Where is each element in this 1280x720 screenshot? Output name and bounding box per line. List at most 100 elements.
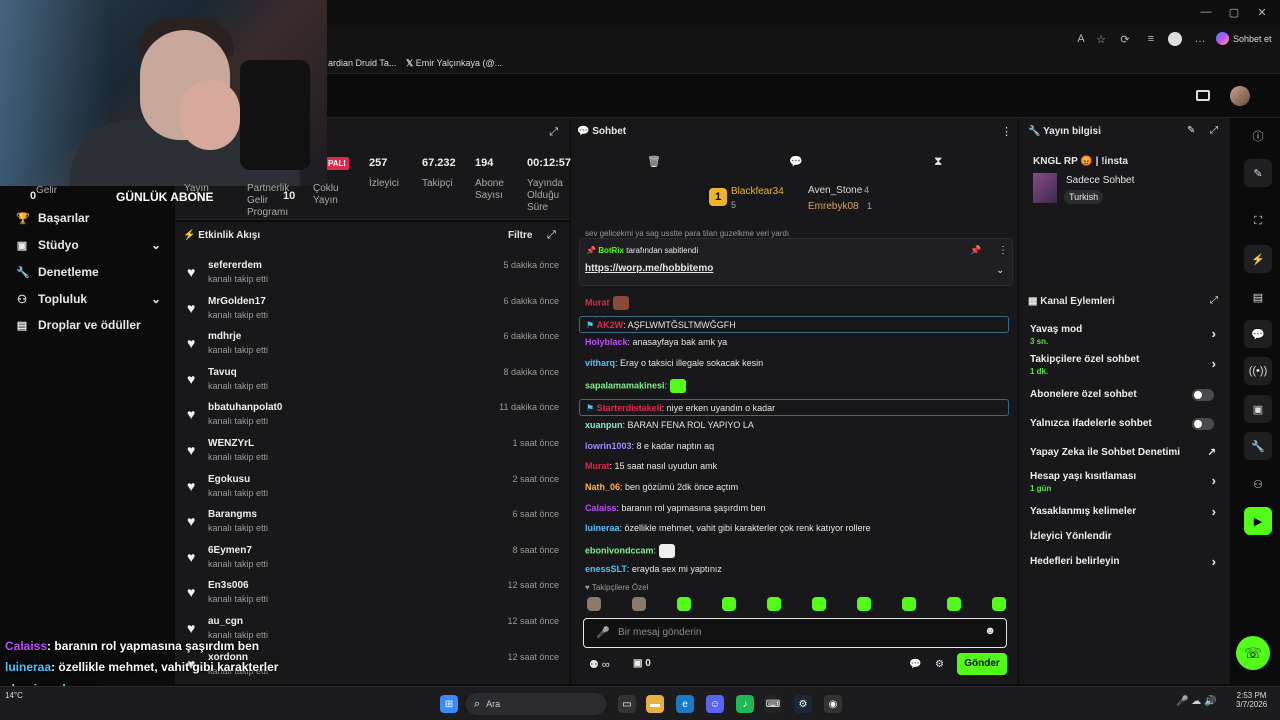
chat-message[interactable]: Holyblack: anasayfaya bak amk ya [585,337,727,347]
steam-icon[interactable]: ⚙ [794,695,812,713]
more-icon[interactable]: … [1193,33,1207,47]
points-icon[interactable]: ⚉ ∞ [589,658,610,671]
chat-username[interactable]: AK2W [597,320,624,330]
avatar[interactable] [1230,86,1250,106]
minimize-icon[interactable]: — [1198,6,1214,22]
chat-message[interactable]: luineraa: özellikle mehmet, vahit gibi k… [585,523,871,533]
event-username[interactable]: 6Eymen7 [208,545,252,556]
event-username[interactable]: Barangms [208,509,257,520]
toggle-switch[interactable] [1192,418,1214,430]
chat-message[interactable]: ⚑ Starterdistakeli: niye erken uyandın o… [579,399,1009,416]
nav-topluluk[interactable]: ⚇ Topluluk ⌄ [16,292,161,306]
chat-username[interactable]: Holyblack [585,337,628,347]
explorer-icon[interactable]: ▬ [646,695,664,713]
channel-action-row[interactable]: Hesap yaşı kısıtlaması 1 gün › [1030,471,1220,493]
pinned-message[interactable]: 📌 BotRix tarafından sabitlendi https://w… [579,238,1013,286]
theater-icon[interactable] [1196,90,1210,101]
emote-icon[interactable] [677,597,691,611]
bookmark-1[interactable]: ardian Druid Ta... [328,58,396,68]
event-username[interactable]: au_cgn [208,616,243,627]
expand-icon[interactable]: ⤢ [549,126,558,139]
chevron-down-icon[interactable]: ⌄ [996,265,1004,276]
chat-message[interactable]: sapalamamakinesi: [585,379,687,393]
emote-icon[interactable] [812,597,826,611]
capture-icon[interactable]: ⛶ [1244,207,1272,235]
emoji-icon[interactable]: ☻ [984,625,996,637]
event-item[interactable]: ♥ En3s006 kanalı takip etti 12 saat önce [187,580,559,614]
trash-icon[interactable]: 🗑 [647,155,661,168]
start-icon[interactable]: ⊞ [440,695,458,713]
channel-action-row[interactable]: Yalnızca ifadelerle sohbet [1030,418,1220,430]
emote-icon[interactable] [902,597,916,611]
chat-message[interactable]: Calaiss: baranın rol yapmasına şaşırdım … [585,503,766,513]
top-user-1[interactable]: Blackfear34 [731,186,784,197]
event-username[interactable]: En3s006 [208,580,249,591]
copilot-button[interactable]: Sohbet et [1216,32,1272,45]
channel-action-row[interactable]: Hedefleri belirleyin › [1030,554,1220,569]
emote-icon[interactable] [632,597,646,611]
emote-icon[interactable] [767,597,781,611]
channel-action-row[interactable]: Abonelere özel sohbet [1030,389,1220,401]
gift-counter[interactable]: ▣ 0 [633,658,651,669]
chat-username[interactable]: luineraa [585,523,620,533]
expand-icon[interactable]: ⤢ [547,229,556,242]
chat-username[interactable]: vitharq [585,358,615,368]
channel-action-row[interactable]: Yavaş mod 3 sn. › [1030,324,1220,346]
community-icon[interactable]: ⚇ [1244,470,1272,498]
chat-username[interactable]: Starterdistakeli [597,403,662,413]
extensions-icon[interactable]: ⟳ [1118,33,1132,47]
chat-username[interactable]: sapalamamakinesi [585,380,665,390]
event-item[interactable]: ♥ MrGolden17 kanalı takip etti 6 dakika önc… [187,296,559,330]
event-username[interactable]: Tavuq [208,367,237,378]
toggle-switch[interactable] [1192,389,1214,401]
support-button[interactable]: ☏ [1236,636,1270,670]
chat-username[interactable]: Murat [585,461,610,471]
nav-droplar[interactable]: ▤ Droplar ve ödüller [16,318,141,332]
gear-icon[interactable]: ⚙ [935,659,944,670]
event-item[interactable]: ♥ Egokusu kanalı takip etti 2 saat önce [187,474,559,508]
top-user-3[interactable]: Emrebyk08 [808,201,859,212]
profile-icon[interactable] [1168,32,1182,46]
edit-icon[interactable]: ✎ [1244,159,1272,187]
event-item[interactable]: ♥ WENZYrL kanalı takip etti 1 saat önce [187,438,559,472]
clip-icon[interactable]: ▶ [1244,507,1272,535]
event-username[interactable]: sefererdem [208,260,262,271]
chat-message[interactable]: Murat [585,296,629,310]
pinned-link[interactable]: https://worp.me/hobbitemo [585,263,713,274]
chat-username[interactable]: enessSLT [585,564,627,574]
event-username[interactable]: MrGolden17 [208,296,266,307]
nav-basarilar[interactable]: 🏆 Başarılar [16,211,89,225]
wrench-icon[interactable]: 🔧 [1244,432,1272,460]
edge-icon[interactable]: e [676,695,694,713]
dashboard-icon[interactable]: ▣ [1244,395,1272,423]
chat-bubble-icon[interactable]: 💬 [789,155,803,168]
maximize-icon[interactable]: ▢ [1226,6,1242,22]
spotify-icon[interactable]: ♪ [736,695,754,713]
emote-icon[interactable] [722,597,736,611]
weather-widget[interactable]: 14°C [5,691,23,700]
broadcast-icon[interactable]: ((•)) [1244,357,1272,385]
chat-input[interactable]: 🎤 Bir mesaj gönderin ☻ [583,618,1007,648]
chat-username[interactable]: ebonivondccam [585,545,654,555]
more-icon[interactable]: ⋮ [998,245,1008,256]
event-item[interactable]: ♥ mdhrje kanalı takip etti 6 dakika önce [187,331,559,365]
tray-icons[interactable]: 🎤 ☁ 🔊 [1176,696,1216,707]
read-aloud-icon[interactable]: A [1074,33,1088,47]
event-username[interactable]: Egokusu [208,474,250,485]
chat-message[interactable]: xuanpun: BARAN FENA ROL YAPIYO LA [585,420,754,430]
obs-icon[interactable]: ◉ [824,695,842,713]
emote-icon[interactable] [857,597,871,611]
emote-icon[interactable] [992,597,1006,611]
chat-message[interactable]: enessSLT: erayda sex mi yaptınız [585,564,722,574]
clock[interactable]: 2:53 PM 3/7/2026 [1236,691,1267,709]
chat-message[interactable]: ebonivondccam: [585,544,676,558]
chat-settings-bubble-icon[interactable]: 💬 [909,659,921,670]
chat-username[interactable]: Murat [585,297,610,307]
nav-denetleme[interactable]: 🔧 Denetleme [16,265,99,279]
bolt-icon[interactable]: ⚡ [1244,245,1272,273]
pin-icon[interactable]: 📌 [970,245,981,256]
edit-icon[interactable]: ✎ [1187,125,1195,136]
document-icon[interactable]: ▤ [1244,283,1272,311]
channel-action-row[interactable]: Yasaklanmış kelimeler › [1030,504,1220,519]
chat-username[interactable]: Calaiss [585,503,617,513]
